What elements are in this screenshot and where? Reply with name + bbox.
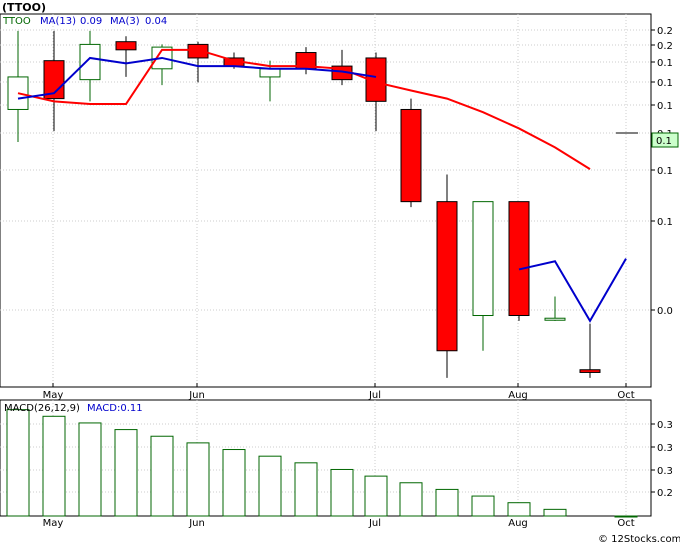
- macd-bar: [42, 415, 66, 517]
- stock-chart: (TTOO) 0.2 0.2 0.1 0.1 0.1 0.1 0.1 0.1 0.0 May Ju…: [0, 1, 680, 545]
- legend-ma3-label: MA(3): [110, 16, 140, 27]
- legend-ma3-value: 0.04: [145, 16, 167, 27]
- candle-body: [259, 68, 281, 78]
- macd-bar: [78, 422, 102, 517]
- legend-ticker: TTOO: [2, 16, 31, 27]
- macd-x-tick-label: Aug: [508, 518, 528, 529]
- footer-credit: © 12Stocks.com: [598, 534, 680, 545]
- macd-bar: [114, 429, 138, 517]
- macd-y-tick-label: 0.2: [657, 488, 673, 499]
- macd-y-axis: 0.3 0.3 0.3 0.2: [651, 420, 673, 499]
- price-y-tick-label: 0.1: [657, 58, 673, 69]
- macd-y-tick-label: 0.3: [657, 443, 673, 454]
- price-y-tick-label: 0.1: [657, 78, 673, 89]
- price-y-tick-label: 0.1: [657, 217, 673, 228]
- macd-bar: [6, 409, 30, 517]
- macd-bar: [614, 515, 638, 518]
- candle: [508, 201, 530, 321]
- price-x-tick-label: May: [43, 390, 64, 401]
- macd-legend-label: MACD(26,12,9): [4, 403, 80, 414]
- price-x-tick-label: Jun: [188, 390, 205, 401]
- price-y-tick-label: 0.2: [657, 26, 673, 37]
- candle-body: [472, 201, 494, 317]
- candle: [436, 174, 458, 378]
- candle-body: [400, 108, 422, 203]
- price-y-tick-label: 0.2: [657, 41, 673, 52]
- candle-body: [579, 369, 601, 373]
- candle-body: [544, 317, 566, 321]
- candle-body: [508, 201, 530, 317]
- price-y-tick-label: 0.0: [657, 306, 673, 317]
- macd-bar: [507, 502, 531, 517]
- macd-x-tick-label: Jul: [368, 518, 381, 529]
- macd-bar: [258, 455, 282, 517]
- macd-bar: [364, 475, 388, 517]
- macd-legend-value: MACD:0.11: [87, 403, 143, 414]
- chart-title: (TTOO): [2, 1, 46, 14]
- price-y-tick-label: 0.1: [657, 166, 673, 177]
- macd-y-tick-label: 0.3: [657, 466, 673, 477]
- price-x-tick-label: Jul: [368, 390, 381, 401]
- macd-bar: [435, 488, 459, 517]
- price-x-tick-label: Oct: [617, 390, 634, 401]
- candle-body: [436, 201, 458, 352]
- price-y-axis: 0.2 0.2 0.1 0.1 0.1 0.1 0.1 0.1 0.0: [651, 26, 673, 317]
- candle-body: [115, 41, 137, 51]
- price-y-tick-label: 0.1: [657, 101, 673, 112]
- last-price-label: 0.1: [656, 136, 672, 147]
- macd-bar: [222, 449, 246, 517]
- legend-ma13-value: 0.09: [80, 16, 102, 27]
- macd-bar: [543, 508, 567, 517]
- macd-bar: [471, 495, 495, 517]
- macd-x-tick-label: Jun: [188, 518, 205, 529]
- macd-x-tick-label: Oct: [617, 518, 634, 529]
- macd-y-tick-label: 0.3: [657, 420, 673, 431]
- macd-bar: [399, 482, 423, 517]
- macd-bar: [330, 468, 354, 517]
- candle: [400, 98, 422, 208]
- macd-bar: [186, 442, 210, 517]
- candle-body: [79, 43, 101, 81]
- price-x-tick-label: Aug: [508, 390, 528, 401]
- stock-chart-page: (TTOO) 0.2 0.2 0.1 0.1 0.1 0.1 0.1 0.1 0.0 May Ju…: [0, 0, 680, 546]
- legend-ma13-label: MA(13): [40, 16, 76, 27]
- macd-x-tick-label: May: [43, 518, 64, 529]
- macd-bar: [150, 435, 174, 517]
- macd-bar: [294, 462, 318, 517]
- macd-x-axis: May Jun Jul Aug Oct: [43, 518, 635, 529]
